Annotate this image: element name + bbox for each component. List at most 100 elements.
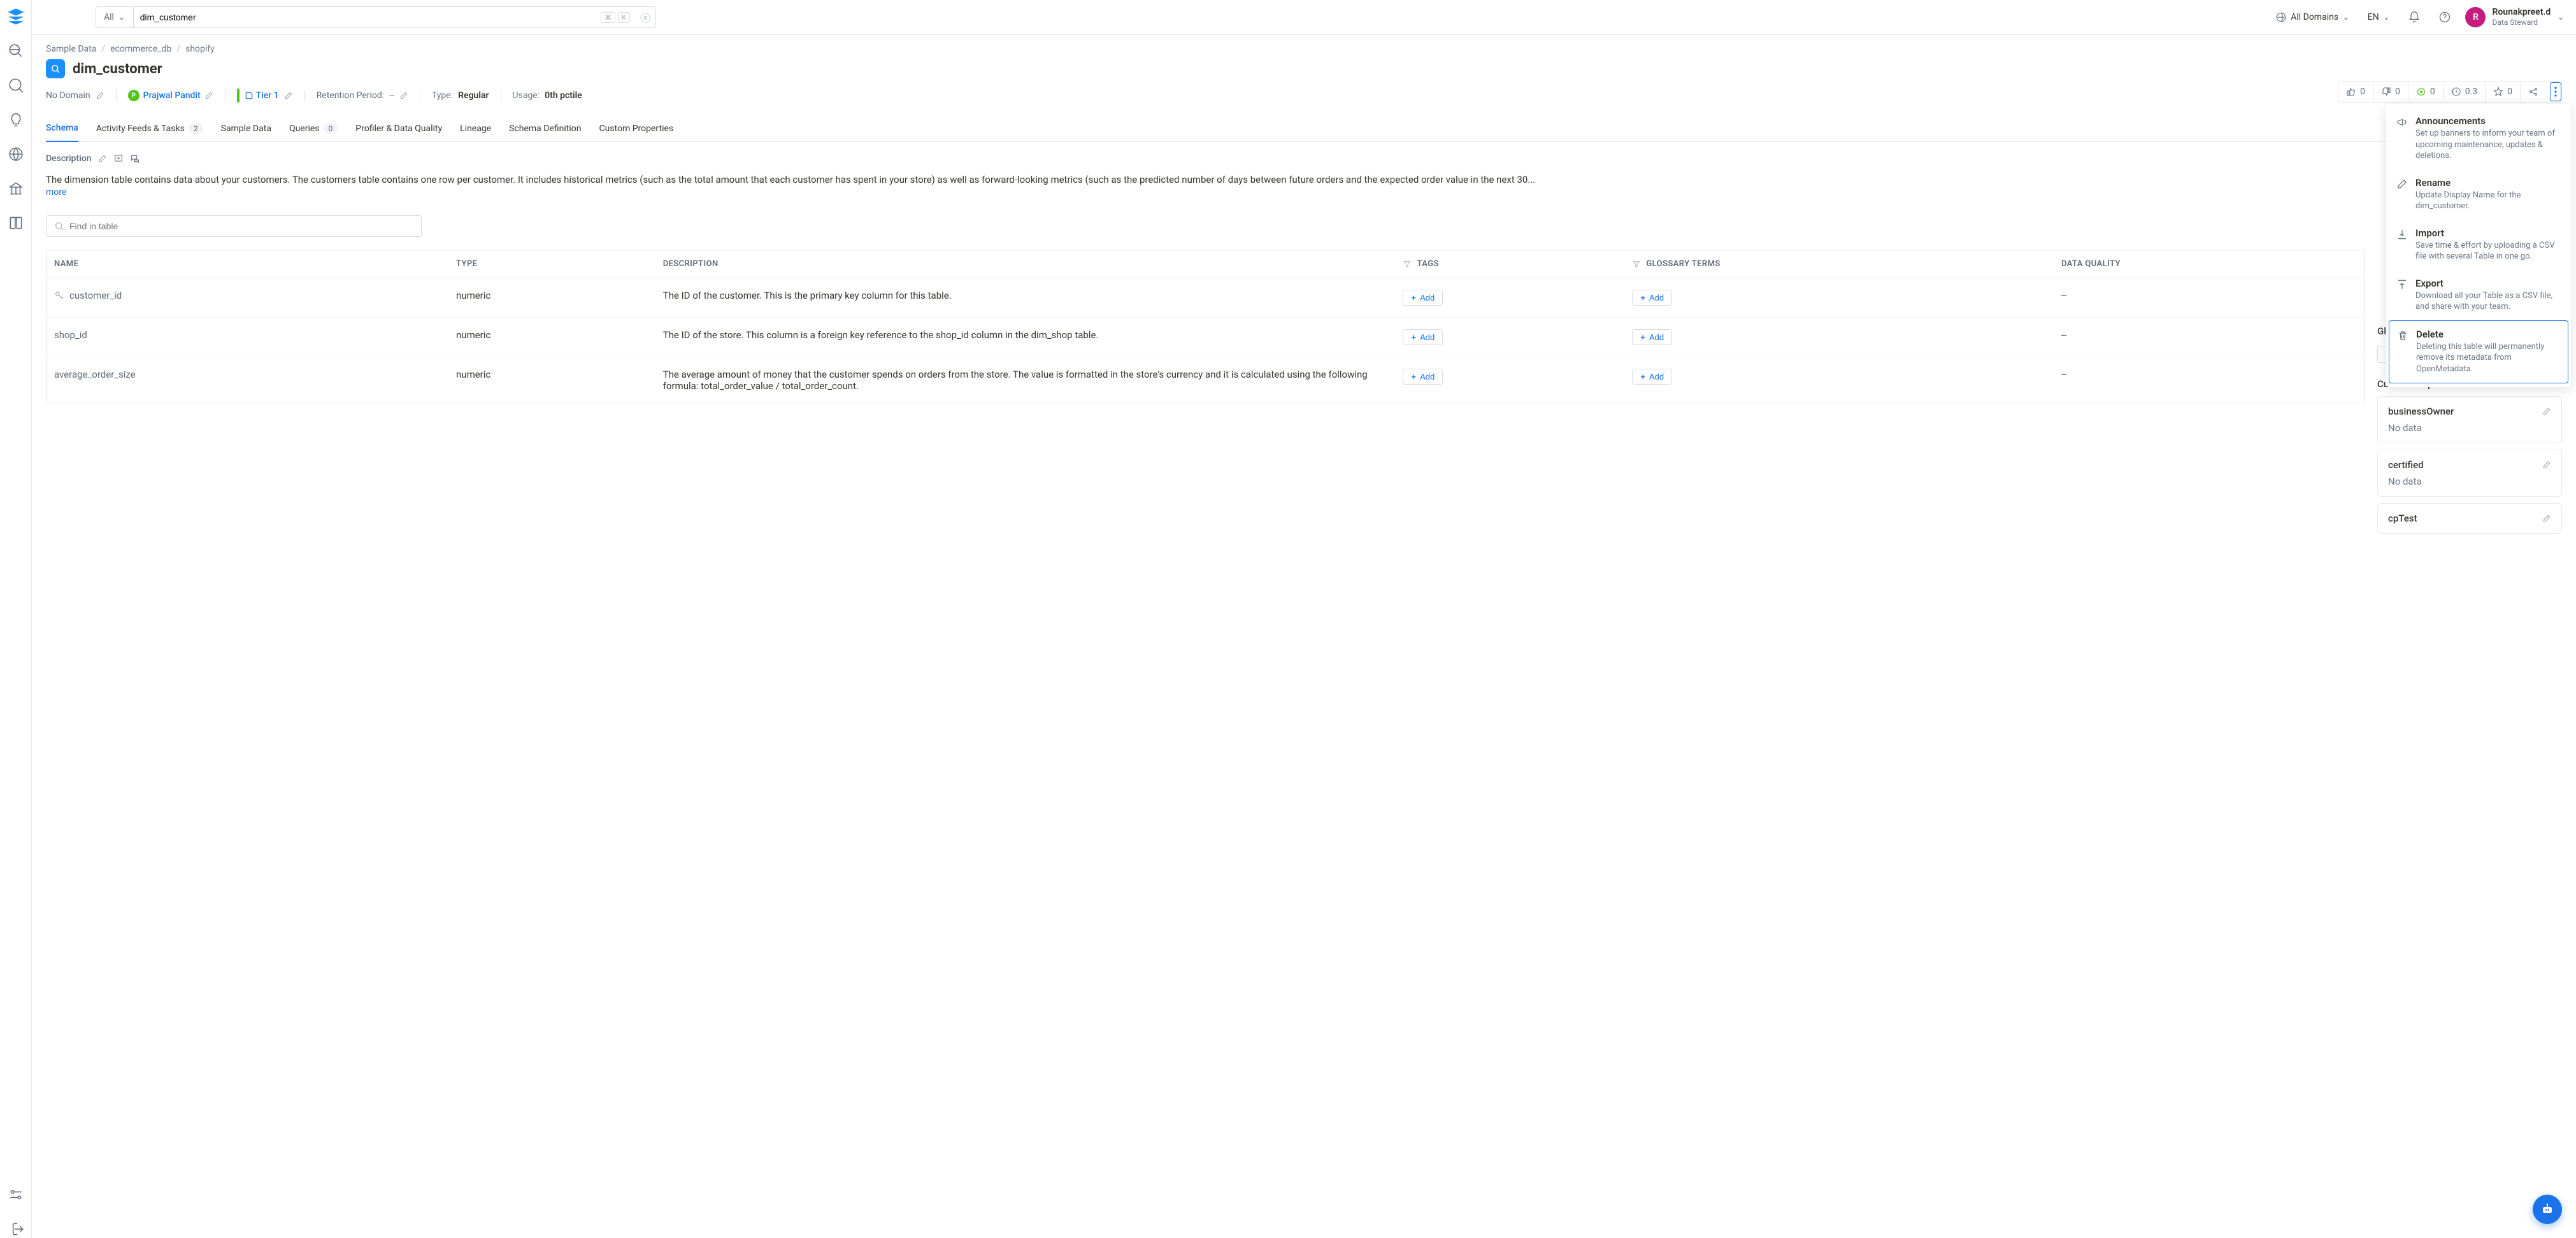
col-glossary: GLOSSARY TERMS <box>1624 250 2054 278</box>
edit-icon[interactable] <box>2542 460 2551 469</box>
domains-selector[interactable]: All Domains ⌄ <box>2272 9 2354 25</box>
custom-property-value: No data <box>2388 422 2551 434</box>
edit-icon[interactable] <box>2542 407 2551 416</box>
column-dq: -- <box>2054 357 2365 404</box>
governance-icon[interactable] <box>7 180 25 197</box>
language-label: EN <box>2368 12 2379 22</box>
column-type: numeric <box>448 357 655 404</box>
tier-icon <box>245 91 254 100</box>
clear-search-icon[interactable]: ⓧ <box>635 10 655 25</box>
tab-schema[interactable]: Schema <box>46 118 78 142</box>
like-button[interactable]: 0 <box>2338 82 2373 102</box>
chevron-down-icon: ⌄ <box>2383 12 2391 22</box>
menu-item-export[interactable]: ExportDownload all your Table as a CSV f… <box>2386 270 2571 320</box>
explore-globe-search-icon[interactable] <box>7 42 25 60</box>
bell-icon[interactable] <box>2408 11 2421 24</box>
edit-icon[interactable] <box>399 91 408 100</box>
primary-key-icon <box>54 290 64 301</box>
schema-table: NAME TYPE DESCRIPTION TAGS GLOSSARY TERM… <box>46 250 2365 404</box>
edit-icon[interactable] <box>204 91 213 100</box>
description-header: Description <box>46 153 2365 164</box>
menu-item-announcements[interactable]: AnnouncementsSet up banners to inform yo… <box>2386 108 2571 169</box>
column-description: The ID of the store. This column is a fo… <box>655 318 1396 357</box>
tab-activity-feeds-tasks[interactable]: Activity Feeds & Tasks2 <box>96 118 203 141</box>
user-name: Rounakpreet.d <box>2492 7 2551 18</box>
globe-icon[interactable] <box>7 145 25 163</box>
dislike-button[interactable]: 0 <box>2373 82 2408 102</box>
menu-item-rename[interactable]: RenameUpdate Display Name for the dim_cu… <box>2386 169 2571 220</box>
breadcrumb-item[interactable]: Sample Data <box>46 44 96 54</box>
column-name: customer_id <box>69 290 122 301</box>
description-more-link[interactable]: more <box>46 187 66 197</box>
megaphone-icon <box>2396 117 2408 128</box>
user-role: Data Steward <box>2492 18 2551 27</box>
add-tag-button[interactable]: +Add <box>1403 290 1443 306</box>
table-entity-icon <box>46 59 65 78</box>
chevron-down-icon: ⌄ <box>2342 12 2350 22</box>
col-description: DESCRIPTION <box>655 250 1396 278</box>
edit-icon[interactable] <box>98 154 107 163</box>
edit-icon[interactable] <box>2542 514 2551 523</box>
search-icon[interactable] <box>7 76 25 94</box>
tab-queries[interactable]: Queries0 <box>289 118 338 141</box>
star-icon <box>2493 87 2503 97</box>
user-menu[interactable]: R Rounakpreet.d Data Steward ⌄ <box>2465 7 2565 28</box>
search-scope-select[interactable]: All ⌄ <box>96 7 134 27</box>
breadcrumb-item[interactable]: ecommerce_db <box>110 44 171 54</box>
tab-lineage[interactable]: Lineage <box>460 118 491 141</box>
find-in-table-input[interactable] <box>69 221 413 231</box>
add-tag-button[interactable]: +Add <box>1403 329 1443 345</box>
search-icon <box>54 221 64 231</box>
insights-bulb-icon[interactable] <box>7 111 25 129</box>
page-title: dim_customer <box>73 61 162 77</box>
tab-schema-definition[interactable]: Schema Definition <box>509 118 581 141</box>
glossary-book-icon[interactable] <box>7 214 25 232</box>
menu-item-delete[interactable]: DeleteDeleting this table will permanent… <box>2389 320 2568 383</box>
add-tag-button[interactable]: +Add <box>1403 369 1443 385</box>
global-search: All ⌄ ⌘K ⓧ <box>96 6 656 28</box>
logout-icon[interactable] <box>7 1220 25 1238</box>
col-dq: DATA QUALITY <box>2054 250 2365 278</box>
filter-icon[interactable] <box>1632 260 1641 269</box>
find-in-table[interactable] <box>46 215 422 237</box>
breadcrumb-item[interactable]: shopify <box>185 44 215 54</box>
settings-sliders-icon[interactable] <box>7 1186 25 1204</box>
table-row: average_order_sizenumericThe average amo… <box>47 357 2365 404</box>
column-name: shop_id <box>54 329 87 341</box>
tab-custom-properties[interactable]: Custom Properties <box>599 118 673 141</box>
tab-sample-data[interactable]: Sample Data <box>221 118 271 141</box>
table-row: customer_idnumericThe ID of the customer… <box>47 278 2365 318</box>
column-description: The ID of the customer. This is the prim… <box>655 278 1396 318</box>
chat-fab-button[interactable] <box>2533 1195 2562 1224</box>
target-icon <box>2416 87 2426 97</box>
owner-meta[interactable]: P Prajwal Pandit <box>128 90 213 101</box>
menu-item-import[interactable]: ImportSave time & effort by uploading a … <box>2386 220 2571 270</box>
search-input[interactable] <box>134 7 601 27</box>
conversation-icon[interactable] <box>130 153 140 164</box>
star-button[interactable]: 0 <box>2486 82 2521 102</box>
filter-icon[interactable] <box>1403 260 1412 269</box>
search-scope-label: All <box>104 12 114 22</box>
breadcrumb: Sample Data/ ecommerce_db/ shopify <box>46 44 2562 54</box>
edit-icon[interactable] <box>284 91 293 100</box>
add-glossary-button[interactable]: +Add <box>1632 290 1672 306</box>
domain-meta: No Domain <box>46 90 104 101</box>
share-button[interactable] <box>2521 82 2546 102</box>
search-shortcut-hint: ⌘K <box>601 12 635 23</box>
more-actions-button[interactable] <box>2550 82 2561 101</box>
help-icon[interactable] <box>2438 11 2451 24</box>
add-glossary-button[interactable]: +Add <box>1632 329 1672 345</box>
language-selector[interactable]: EN ⌄ <box>2364 10 2394 25</box>
bot-icon <box>2540 1202 2555 1217</box>
request-description-icon[interactable] <box>113 153 124 164</box>
custom-property-card: businessOwnerNo data <box>2377 396 2562 443</box>
tab-profiler-data-quality[interactable]: Profiler & Data Quality <box>355 118 442 141</box>
description-text: The dimension table contains data about … <box>46 173 2365 187</box>
edit-icon[interactable] <box>96 91 104 100</box>
issues-button[interactable]: 0 <box>2408 82 2444 102</box>
upload-icon <box>2396 279 2408 290</box>
version-button[interactable]: 0.3 <box>2444 82 2486 102</box>
app-logo[interactable] <box>7 8 25 25</box>
more-actions-menu: AnnouncementsSet up banners to inform yo… <box>2386 104 2571 387</box>
add-glossary-button[interactable]: +Add <box>1632 369 1672 385</box>
